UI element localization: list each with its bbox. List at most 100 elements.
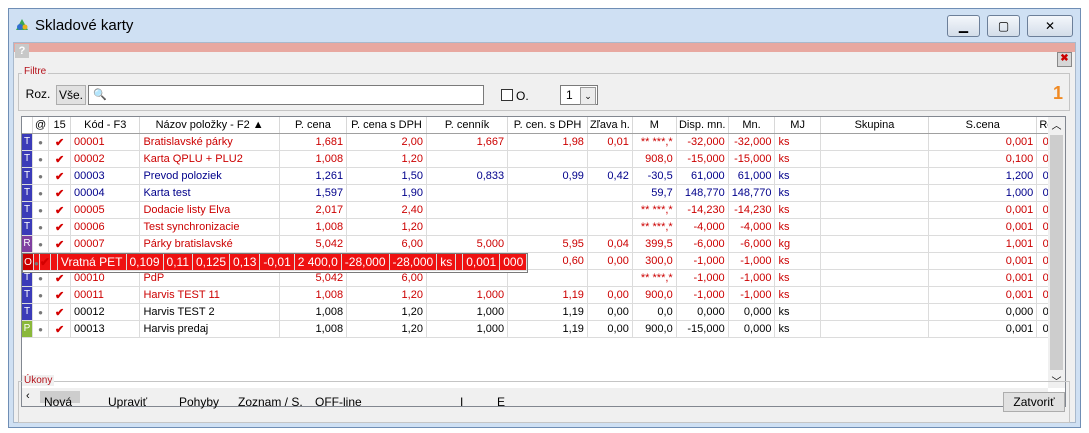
checkmark-icon[interactable]: ✔ [55,307,64,319]
checkmark-icon[interactable]: ✔ [55,137,64,149]
help-icon[interactable]: ? [15,44,29,58]
row-type-badge: P [23,323,31,334]
vertical-scroll-thumb[interactable] [1050,135,1063,370]
cell-skupina [820,269,930,287]
offline-button[interactable]: OFF-line [315,395,362,409]
cell-pcendph [507,218,588,236]
minimize-button[interactable]: ▁ [947,15,980,37]
column-header-13[interactable]: MJ [774,117,821,134]
close-button[interactable]: ✕ [1027,15,1073,37]
grid-header: @15 Kód - F3 Názov položky - F2 ▲ P. cena P.… [22,117,1065,134]
scroll-up-icon[interactable]: ︿ [1048,117,1065,132]
table-row[interactable]: T ● ✔ 00001 Bratislavské párky 1,681 2,00 1,667… [22,133,1065,151]
column-header-0[interactable] [22,117,33,134]
pohyby-button[interactable]: Pohyby [179,395,219,409]
cell-mj: kg [774,235,821,253]
row-type-badge: R [23,238,31,249]
upravit-button[interactable]: Upraviť [108,395,147,409]
roz-button[interactable]: Roz. [24,85,52,105]
e-button[interactable]: E [497,395,505,409]
checkmark-icon[interactable]: ✔ [40,255,50,269]
items-grid[interactable]: @15 Kód - F3 Názov položky - F2 ▲ P. cena P.… [21,116,1066,407]
cell-pcennik: 0,833 [426,167,509,185]
table-row[interactable]: T ● ✔ 00004 Karta test 1,597 1,90 59,7 148,770 14… [22,184,1065,202]
column-header-11[interactable]: Disp. mn. [676,117,729,134]
column-header-6[interactable]: P. cena s DPH [346,117,427,134]
cell-m: 0,0 [632,303,677,321]
cell-mj: ks [436,254,457,271]
cell-disp: 61,000 [676,167,729,185]
column-header-2[interactable]: 15 [48,117,72,134]
row-type-badge: O [24,257,32,268]
column-header-7[interactable]: P. cenník [426,117,509,134]
cell-pcennik [426,201,509,219]
cell-disp: -4,000 [676,218,729,236]
cell-pcennik: 0,125 [192,254,231,271]
checkmark-icon[interactable]: ✔ [55,188,64,200]
checkmark-icon[interactable]: ✔ [55,324,64,336]
cell-nazov: Bratislavské párky [139,133,280,151]
vertical-scrollbar[interactable]: ︿ ﹀ [1048,117,1065,388]
table-row[interactable]: T ● ✔ 00003 Prevod poloziek 1,261 1,50 0,833 0,9… [22,167,1065,185]
cell-zlava: 0,04 [587,235,633,253]
zatvorit-button[interactable]: Zatvoriť [1003,392,1065,412]
column-header-5[interactable]: P. cena [279,117,348,134]
i-button[interactable]: I [460,395,463,409]
cell-pcenadph: 1,90 [346,184,427,202]
cell-scena: 0,001 [928,253,1038,270]
checkmark-icon[interactable]: ✔ [55,205,64,217]
table-row[interactable]: T ● ✔ 00011 Harvis TEST 11 1,008 1,20 1,000 1,19… [22,286,1065,304]
checkmark-icon[interactable]: ✔ [55,239,64,251]
cell-skupina [820,253,930,270]
cell-pcena: 1,681 [279,133,348,151]
column-header-12[interactable]: Mn. [728,117,776,134]
column-header-1[interactable]: @ [32,117,50,134]
column-header-4[interactable]: Názov položky - F2 ▲ [139,117,280,134]
actions-group [18,381,1070,423]
cell-mj: ks [774,320,821,338]
title-bar: Skladové karty ▁ ▢ ✕ [9,9,1080,41]
column-header-3[interactable]: Kód - F3 [70,117,141,134]
cell-pcendph: 0,99 [507,167,588,185]
checkmark-icon[interactable]: ✔ [55,222,64,234]
checkmark-icon[interactable]: ✔ [55,154,64,166]
cell-pcena: 1,261 [279,167,348,185]
cell-scena: 1,200 [928,167,1038,185]
column-header-14[interactable]: Skupina [820,117,930,134]
cell-mj: ks [774,253,821,270]
table-row[interactable]: R ● ✔ 00007 Párky bratislavské 5,042 6,00 5,000… [22,235,1065,253]
nova-button[interactable]: Nová [44,395,72,409]
maximize-button[interactable]: ▢ [987,15,1020,37]
table-row[interactable]: T ● ✔ 00005 Dodacie listy Elva 2,017 2,40 ** **… [22,201,1065,219]
vse-button[interactable]: Vše. [56,85,86,105]
column-header-9[interactable]: Zľava h. [587,117,633,134]
table-row[interactable]: P ● ✔ 00013 Harvis predaj 1,008 1,20 1,000 1,19 0… [22,320,1065,338]
cell-skupina [820,167,930,185]
column-header-10[interactable]: M [632,117,677,134]
table-row[interactable]: T ● ✔ 00012 Harvis TEST 2 1,008 1,20 1,000 1,19 0… [22,303,1065,321]
search-input[interactable]: 🔍 [88,85,484,105]
cell-zlava [587,184,633,202]
table-row[interactable]: T ● ✔ 00002 Karta QPLU + PLU2 1,008 1,20 908,0-… [22,150,1065,168]
checkmark-icon[interactable]: ✔ [55,273,64,285]
row-type-badge: T [23,187,31,198]
cell-pcennik [426,184,509,202]
cell-scena: 0,001 [928,269,1038,287]
table-row[interactable]: O ● ✔ Vratná PET 0,109 0,11 0,125 0,13 -0,01 2 40… [22,253,529,273]
cell-m: 2 400,0 [294,254,342,271]
table-row[interactable]: T ● ✔ 00006 Test synchronizacie 1,008 1,20 ** *… [22,218,1065,236]
checkmark-icon[interactable]: ✔ [55,171,64,183]
panel-close-icon[interactable]: ✖ [1057,52,1072,67]
cell-scena: 1,000 [928,184,1038,202]
zoznam-button[interactable]: Zoznam / S. [238,395,303,409]
cell-pcenadph: 1,50 [346,167,427,185]
grid-body: T ● ✔ 00001 Bratislavské párky 1,681 2,00 1,667… [22,133,1065,338]
column-header-8[interactable]: P. cen. s DPH [507,117,588,134]
checkmark-icon[interactable]: ✔ [55,290,64,302]
cell-disp: 148,770 [676,184,729,202]
cell-nazov: Prevod poloziek [139,167,280,185]
cell-scena: 0,001 [928,133,1038,151]
page-select[interactable]: 1 ⌄ [560,85,598,105]
column-header-15[interactable]: S.cena [928,117,1038,134]
o-checkbox[interactable] [501,89,513,101]
